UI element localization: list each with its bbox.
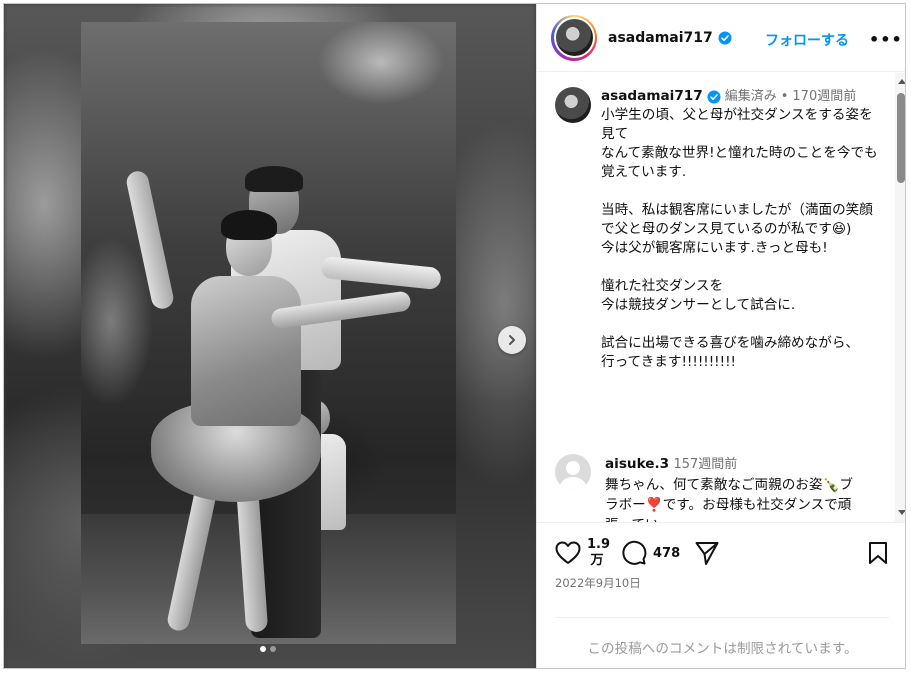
verified-badge-icon [707,90,721,103]
caption-line: 試合に出場できる喜びを噛み締めながら、 [601,335,860,351]
heart-icon [555,541,581,564]
scroll-down-arrow-icon[interactable] [898,510,905,515]
author-story-ring[interactable] [551,14,597,61]
carousel-dot-2 [270,646,276,652]
scrollbar-thumb[interactable] [897,93,905,183]
comments-restricted-notice: この投稿へのコメントは制限されています。 [587,641,858,657]
caption-line: 当時、私は観客席にいましたが（満面の笑顔で父と母のダンス見ているのが私です😆) [601,202,873,237]
bookmark-icon [869,542,887,564]
author-username[interactable]: asadamai717 [608,30,713,46]
post-header: asadamai717 フォローする ••• [537,4,905,72]
caption-line [601,258,885,277]
caption-line: 行ってきます!!!!!!!!!! [601,354,736,370]
scroll-up-arrow-icon[interactable] [898,79,905,84]
commenter-avatar[interactable] [555,454,591,490]
post-photo [81,22,456,644]
paper-plane-icon [695,542,719,565]
caption-line: 憧れた社交ダンスを [601,278,724,294]
comment-count: 478 [653,545,681,561]
author-avatar [555,19,593,56]
caption-line: 今は競技ダンサーとして試合に. [601,297,796,313]
divider [555,617,889,618]
instagram-post-dialog: asadamai717 フォローする ••• asadamai717 編集済み … [3,3,906,669]
comment-timestamp[interactable]: 157週間前 [673,457,737,472]
more-options-icon[interactable]: ••• [869,30,903,49]
caption-username[interactable]: asadamai717 [601,87,703,106]
caption-line [601,182,885,201]
carousel-next-button[interactable] [498,326,526,354]
caption-line: 今は父が観客席にいます.きっと母も! [601,240,828,256]
caption-line [601,315,885,334]
caption-timestamp[interactable]: 170週間前 [792,87,856,106]
caption-author-avatar[interactable] [555,87,591,123]
caption-line: 小学生の頃、父と母が社交ダンスをする姿を見て [601,107,873,142]
comment-button[interactable] [621,540,647,566]
post-side-panel: asadamai717 フォローする ••• asadamai717 編集済み … [536,4,905,668]
post-date[interactable]: 2022年9月10日 [555,575,641,591]
comments-list[interactable]: asadamai717 編集済み • 170週間前 小学生の頃、父と母が社交ダン… [537,73,894,522]
share-button[interactable] [694,540,720,566]
post-media [4,4,536,668]
comment-text: 舞ちゃん、何て素敵なご両親のお姿🍾ブラボー❣️です。お母様も社交ダンスで頑張って… [605,477,854,522]
comment-bubble-icon [622,540,647,565]
save-bookmark-button[interactable] [867,541,889,569]
photo-female-dancer [121,169,412,644]
comment-username[interactable]: aisuke.3 [605,456,669,472]
caption-line: なんて素敵な世界!と憧れた時のことを今でも覚えています. [601,145,878,180]
comments-scrollbar[interactable] [895,73,905,522]
carousel-indicator [260,646,276,652]
carousel-dot-1 [260,646,266,652]
like-button[interactable] [555,541,581,565]
verified-badge-icon [718,31,732,44]
caption-separator: • [780,89,789,104]
follow-button[interactable]: フォローする [765,30,849,50]
caption-edited-label: 編集済み [724,89,777,104]
like-count[interactable]: 1.9 万 [587,537,610,569]
chevron-right-icon [509,335,515,345]
post-actions: 1.9 万 478 2022年9月10日 この投稿へのコメントは制限されています… [537,522,905,668]
